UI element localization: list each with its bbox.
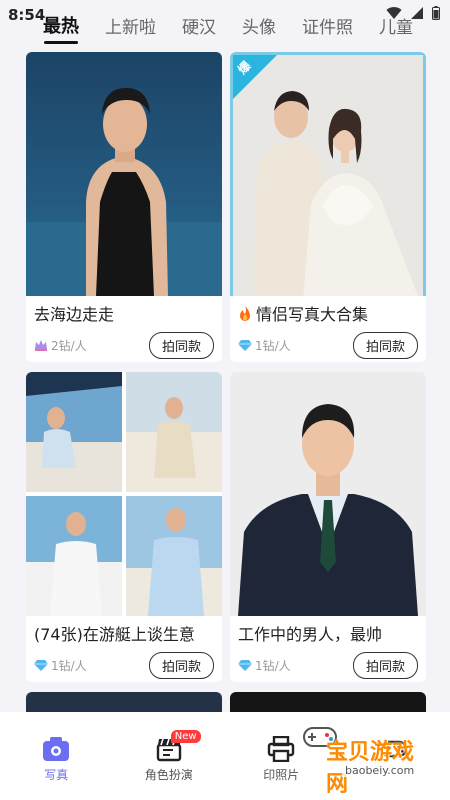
- price-text: 1钻/人: [51, 658, 87, 673]
- nav-icon-wrap: New: [155, 730, 201, 762]
- watermark-url: baobeiy.com: [342, 764, 418, 777]
- shoot-same-button[interactable]: 拍同款: [148, 331, 214, 359]
- price-label: 2钻/人: [34, 337, 87, 354]
- shoot-same-button[interactable]: 拍同款: [352, 331, 418, 359]
- template-photo[interactable]: [26, 52, 222, 296]
- template-photo[interactable]: [26, 372, 222, 616]
- template-footer: 1钻/人 拍同款: [238, 331, 418, 359]
- template-card[interactable]: 爆 情侣写真大合集 1钻/人 拍同款: [230, 52, 426, 362]
- price-text: 1钻/人: [255, 658, 291, 673]
- template-footer: 1钻/人 拍同款: [238, 651, 418, 679]
- template-photo[interactable]: [230, 372, 426, 616]
- price-text: 1钻/人: [255, 338, 291, 353]
- yacht-collage-image: [26, 372, 222, 616]
- signal-icon: [411, 7, 423, 19]
- template-photo[interactable]: 爆: [230, 52, 426, 296]
- fire-icon: [240, 306, 250, 321]
- bottom-nav: 写真 New 角色扮演 印照片 宝贝游戏网 baobeiy.com: [0, 712, 450, 800]
- template-footer: 1钻/人 拍同款: [34, 651, 214, 679]
- template-footer: 2钻/人 拍同款: [34, 331, 214, 359]
- new-badge: New: [170, 730, 201, 743]
- shoot-same-button[interactable]: 拍同款: [352, 651, 418, 679]
- template-title: 去海边走走: [34, 305, 115, 324]
- price-label: 1钻/人: [238, 657, 291, 674]
- status-time: 8:54: [8, 6, 46, 24]
- nav-roleplay[interactable]: New 角色扮演: [119, 730, 219, 783]
- template-title: (74张)在游艇上谈生意: [34, 625, 195, 644]
- nav-label: 角色扮演: [144, 768, 193, 782]
- status-bar: 8:54: [0, 0, 450, 30]
- printer-icon: [268, 736, 295, 762]
- price-label: 1钻/人: [34, 657, 87, 674]
- business-portrait-image: [230, 372, 426, 616]
- price-text: 2钻/人: [51, 338, 87, 353]
- wifi-icon: [386, 7, 402, 20]
- diamond-icon: [238, 339, 252, 351]
- template-title-text: 情侣写真大合集: [256, 305, 369, 324]
- shoot-same-button[interactable]: 拍同款: [148, 651, 214, 679]
- battery-icon: [432, 6, 440, 20]
- template-title: 工作中的男人，最帅: [238, 625, 383, 644]
- price-label: 1钻/人: [238, 337, 291, 354]
- nav-label: 印照片: [263, 768, 300, 782]
- diamond-icon: [34, 659, 48, 671]
- template-card[interactable]: (74张)在游艇上谈生意 1钻/人 拍同款: [26, 372, 222, 682]
- status-icons: [386, 6, 440, 20]
- template-title: 情侣写真大合集: [238, 304, 418, 326]
- nav-portrait[interactable]: 写真: [6, 736, 106, 783]
- beach-portrait-image: [26, 52, 222, 296]
- template-card[interactable]: 工作中的男人，最帅 1钻/人 拍同款: [230, 372, 426, 682]
- camera-icon: [43, 737, 70, 761]
- nav-label: 写真: [44, 768, 69, 782]
- crown-gem-icon: [35, 340, 47, 351]
- template-card[interactable]: 去海边走走 2钻/人 拍同款: [26, 52, 222, 362]
- diamond-icon: [238, 659, 252, 671]
- watermark-logo: 宝贝游戏网 baobeiy.com: [296, 722, 418, 797]
